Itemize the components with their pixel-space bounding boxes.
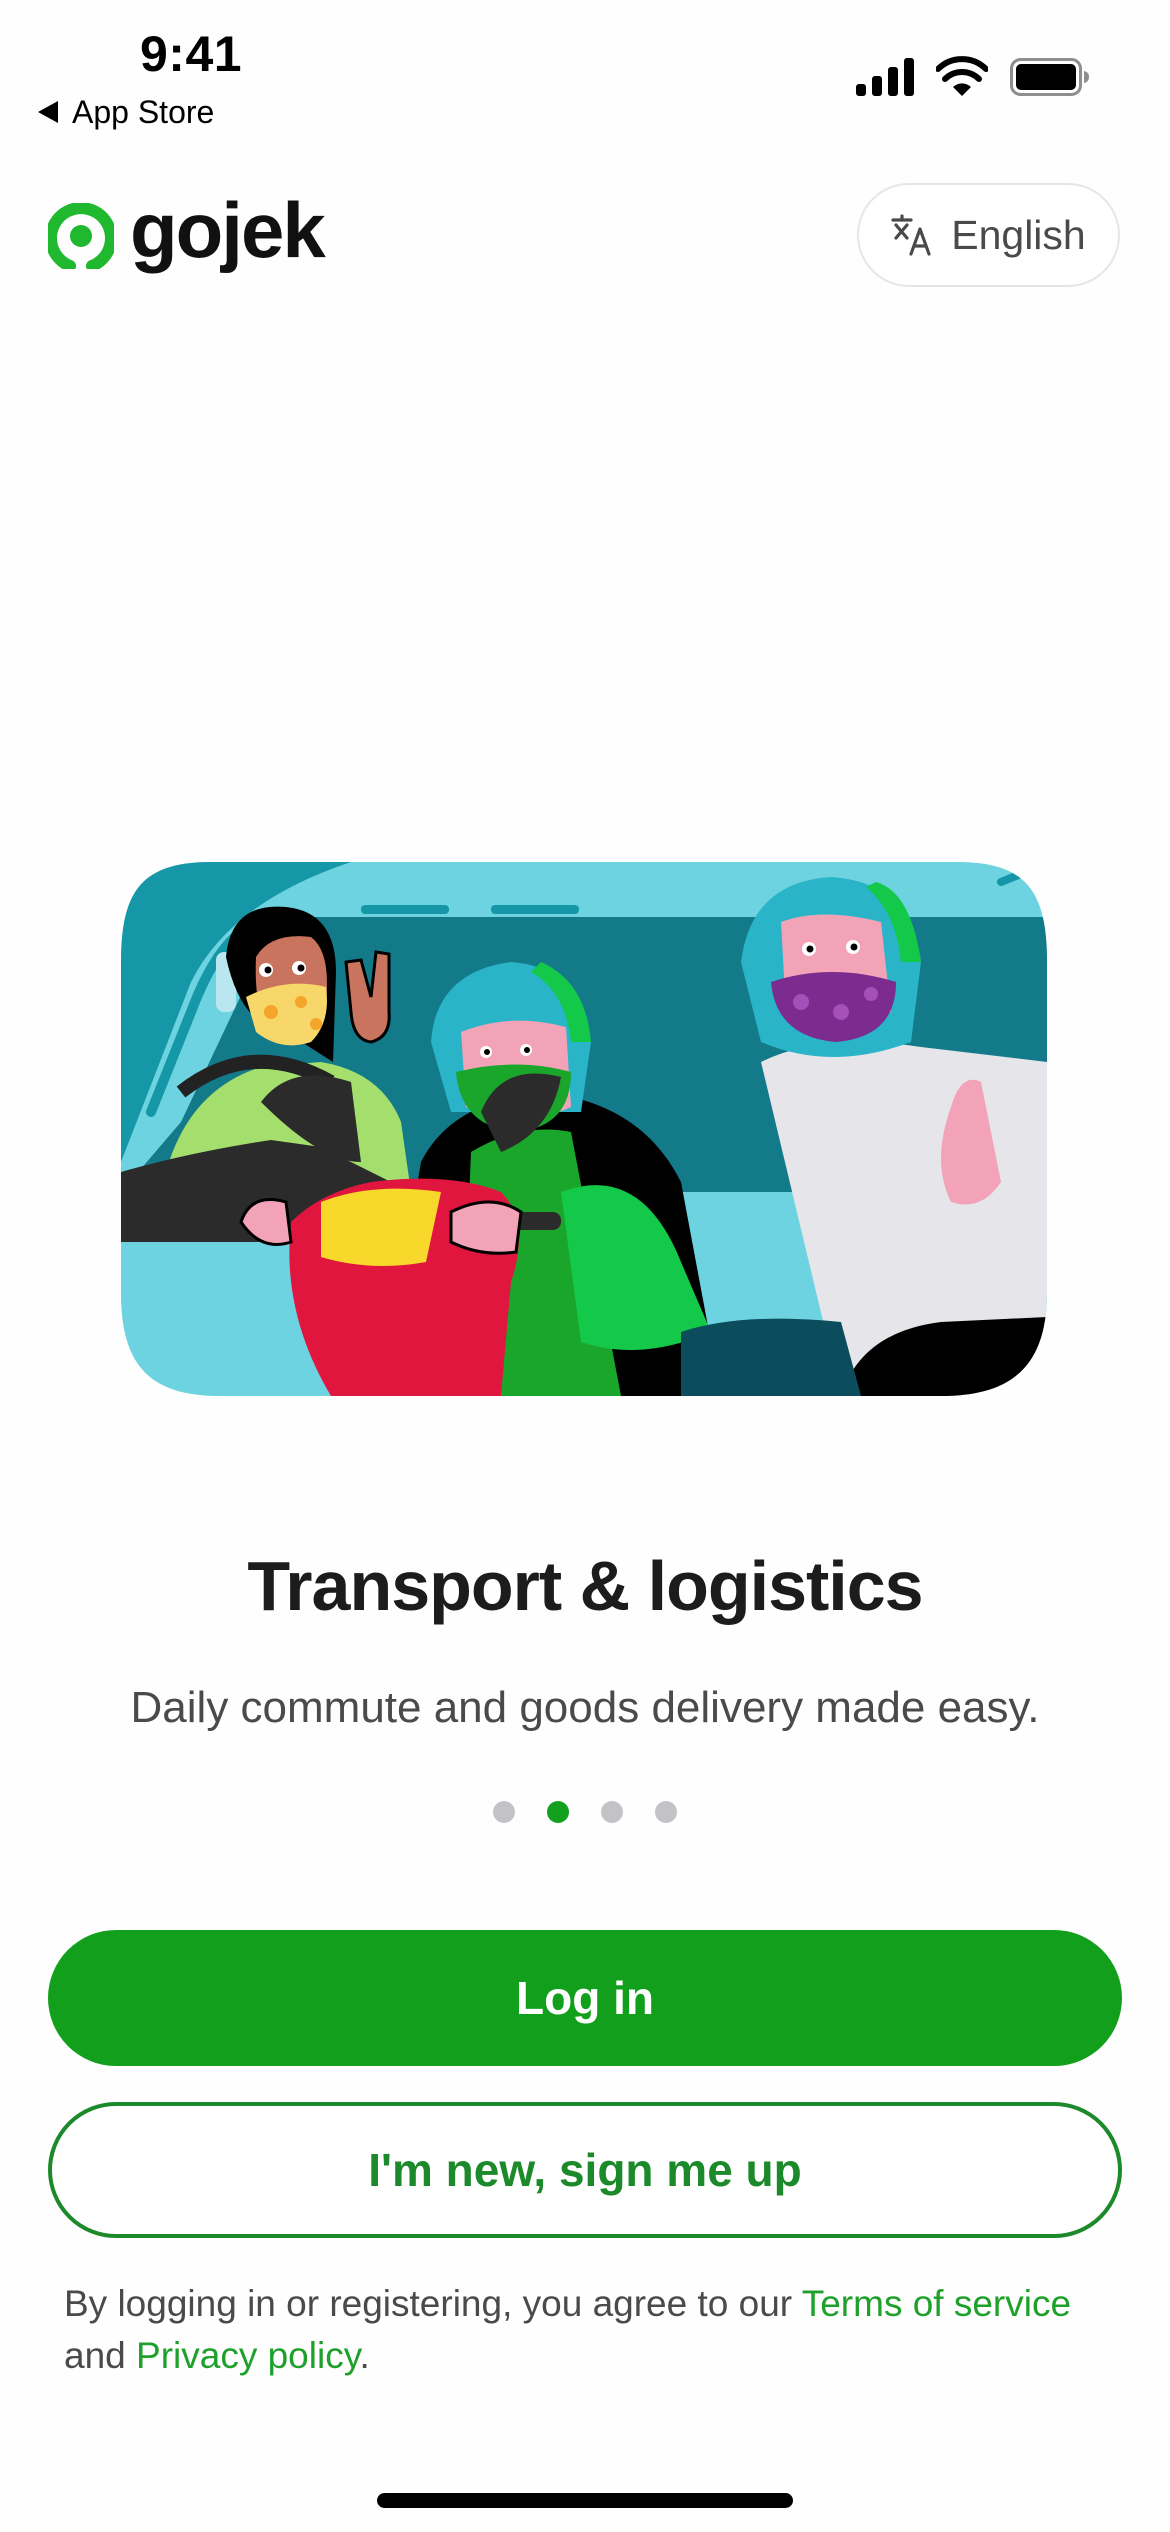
signal-icon (856, 58, 914, 96)
login-button[interactable]: Log in (48, 1930, 1122, 2066)
pager-dot-active[interactable] (547, 1801, 569, 1823)
onboarding-title: Transport & logistics (247, 1547, 923, 1625)
brand-wordmark: gojek (130, 186, 326, 274)
gojek-logo: gojek (48, 191, 326, 270)
transport-illustration (121, 862, 1047, 1396)
signup-button[interactable]: I'm new, sign me up (48, 2102, 1122, 2238)
language-selector-button[interactable]: English (857, 183, 1120, 287)
back-to-app-store-link[interactable]: App Store (38, 92, 214, 132)
legal-suffix: . (359, 2335, 370, 2376)
legal-middle: and (64, 2335, 137, 2376)
translate-icon (891, 214, 931, 256)
back-arrow-icon (38, 101, 58, 123)
onboarding-subtitle: Daily commute and goods delivery made ea… (130, 1683, 1040, 1732)
status-time: 9:41 (140, 26, 243, 82)
back-label: App Store (72, 94, 215, 130)
pager-dot[interactable] (493, 1801, 515, 1823)
carousel-pager (0, 1801, 1170, 1823)
battery-icon (1010, 58, 1089, 96)
pager-dot[interactable] (601, 1801, 623, 1823)
home-indicator[interactable] (377, 2493, 793, 2508)
privacy-policy-link[interactable]: Privacy policy (136, 2335, 359, 2376)
gojek-logo-icon (48, 203, 114, 269)
terms-of-service-link[interactable]: Terms of service (802, 2283, 1071, 2324)
legal-notice: By logging in or registering, you agree … (64, 2278, 1084, 2382)
language-label: English (951, 212, 1086, 258)
scooter-headlight (321, 1188, 441, 1266)
wifi-icon (936, 56, 988, 96)
legal-prefix: By logging in or registering, you agree … (64, 2283, 802, 2324)
pager-dot[interactable] (655, 1801, 677, 1823)
